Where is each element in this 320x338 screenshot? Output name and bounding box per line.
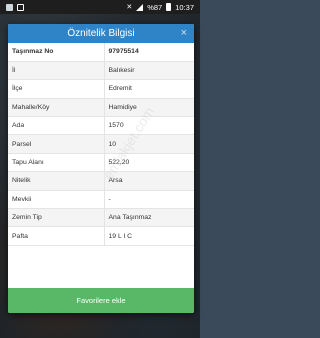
attribute-key: Tapu Alanı [8, 153, 105, 173]
table-row: Pafta 19 L I C [8, 226, 194, 246]
add-to-favorites-button[interactable]: Favorilere ekle [8, 288, 194, 313]
attribute-value: Hamidiye [104, 98, 194, 118]
attribute-value: Arsa [104, 171, 194, 191]
table-row: Taşınmaz No 97975514 [8, 43, 194, 62]
attribute-key: İl [8, 61, 105, 81]
attribute-key: Taşınmaz No [8, 43, 105, 62]
table-row: Mahalle/Köy Hamidiye [8, 98, 194, 118]
battery-percent: %87 [147, 2, 163, 12]
attribute-key: Pafta [8, 226, 105, 246]
attribute-key: İlçe [8, 79, 105, 99]
table-row: İl Balıkesir [8, 61, 194, 81]
status-bar: ✕ %87 10:37 [0, 0, 200, 14]
message-icon [17, 3, 24, 11]
attribute-value: 10 [104, 134, 194, 154]
dialog-title: Öznitelik Bilgisi [67, 28, 135, 39]
attribute-key: Mevkii [8, 190, 105, 210]
signal-icon [136, 3, 144, 11]
dialog-header: Öznitelik Bilgisi × [8, 24, 194, 43]
mute-icon: ✕ [126, 3, 133, 11]
table-row: Mevkii - [8, 190, 194, 210]
attribute-value: 97975514 [104, 43, 194, 62]
attribute-value: Edremit [104, 79, 194, 99]
table-row: Zemin Tip Ana Taşınmaz [8, 208, 194, 228]
attribute-value: Ana Taşınmaz [104, 208, 194, 228]
attribute-value: Balıkesir [104, 61, 194, 81]
table-row: Tapu Alanı 522,20 [8, 153, 194, 173]
table-row: Nitelik Arsa [8, 171, 194, 191]
attribute-key: Parsel [8, 134, 105, 154]
attribute-key: Mahalle/Köy [8, 98, 105, 118]
clock: 10:37 [175, 2, 194, 12]
attribute-value: 19 L I C [104, 226, 194, 246]
attribute-key: Nitelik [8, 171, 105, 191]
table-row: İlçe Edremit [8, 79, 194, 99]
battery-icon [166, 3, 172, 11]
table-row: Parsel 10 [8, 134, 194, 154]
attribute-dialog: Öznitelik Bilgisi × Taşınmaz No 97975514 İ… [8, 24, 194, 313]
table-row: Ada 1570 [8, 116, 194, 136]
attribute-key: Zemin Tip [8, 208, 105, 228]
close-icon[interactable]: × [181, 27, 187, 39]
attribute-value: 1570 [104, 116, 194, 136]
gallery-icon [6, 3, 13, 11]
attribute-value: - [104, 190, 194, 210]
attribute-key: Ada [8, 116, 105, 136]
attribute-value: 522,20 [104, 153, 194, 173]
attribute-table: Taşınmaz No 97975514 İl Balıkesir İlçe Edremi… [8, 43, 194, 246]
